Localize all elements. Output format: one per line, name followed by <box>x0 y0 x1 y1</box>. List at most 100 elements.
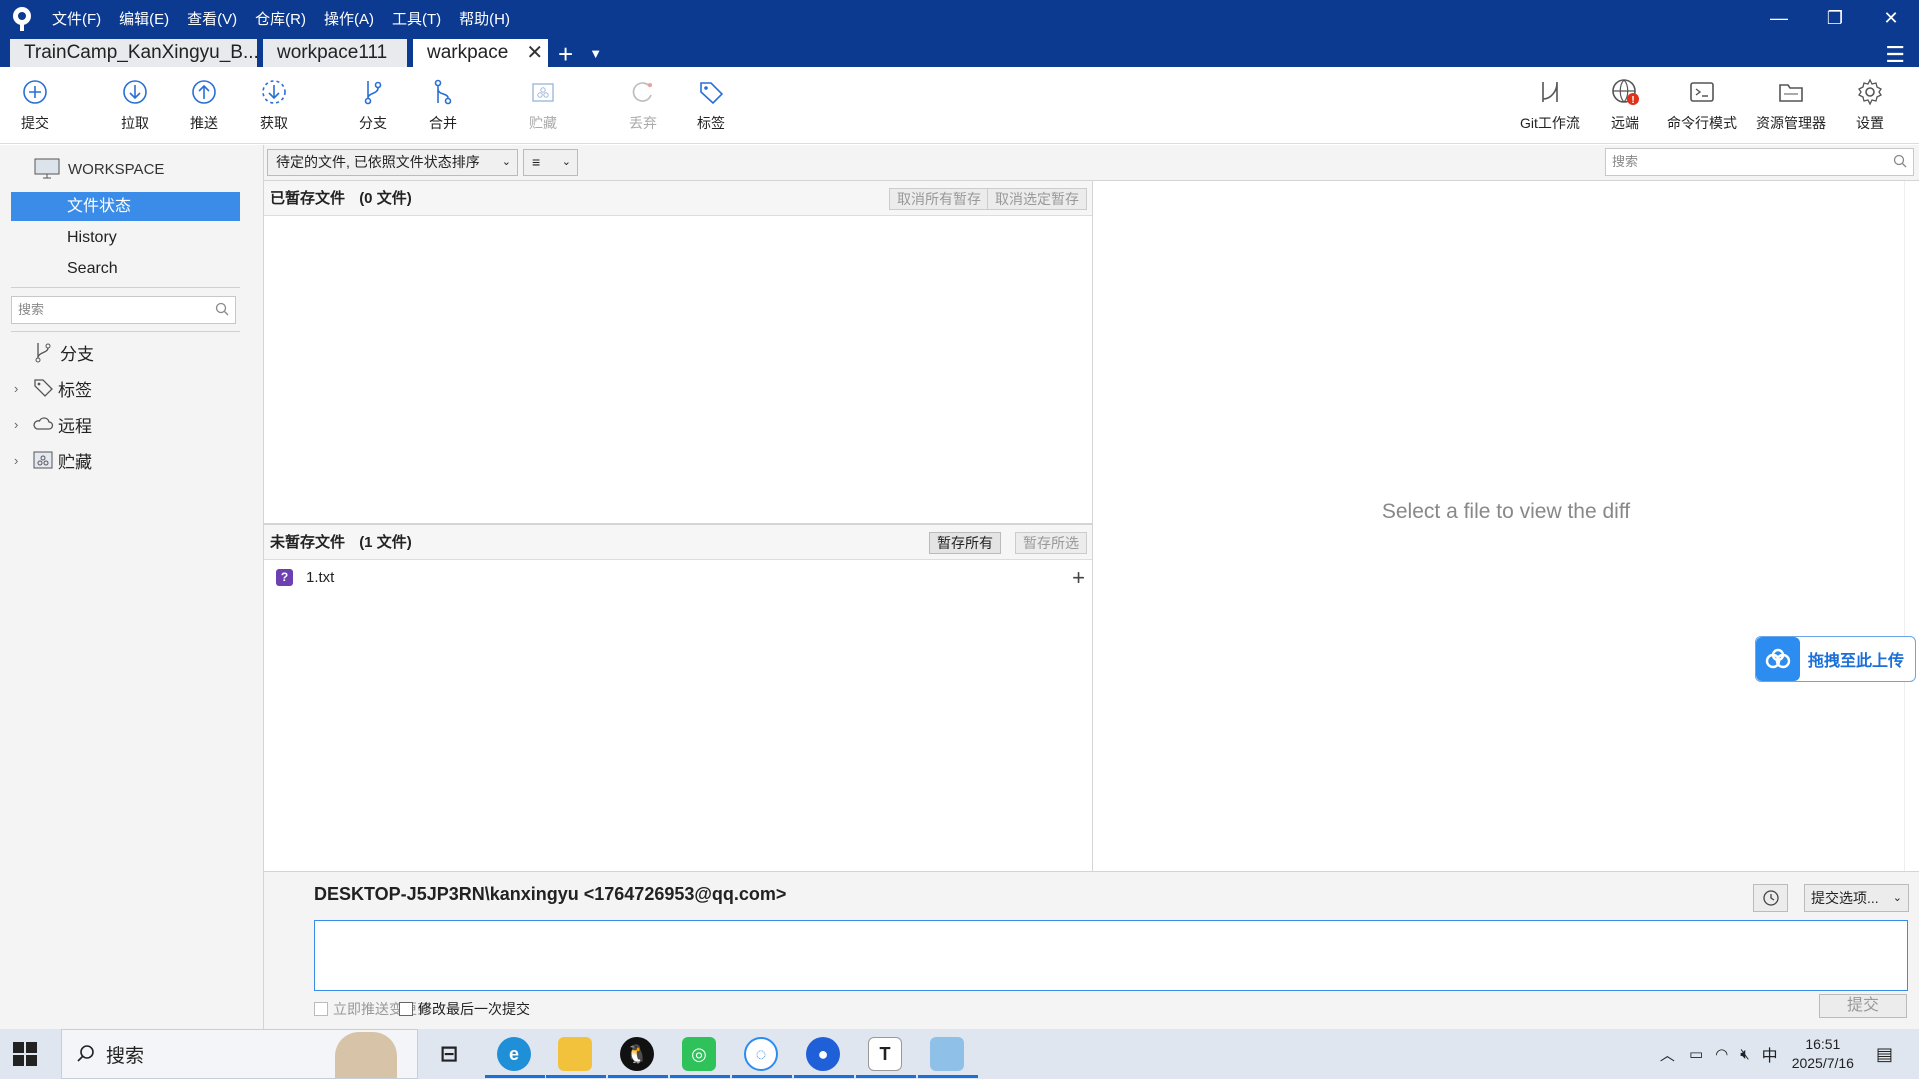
sort-dropdown[interactable]: 待定的文件, 已依照文件状态排序 ⌄ <box>267 149 518 176</box>
file-row[interactable]: ? 1.txt + <box>264 563 1093 591</box>
chevron-right-icon[interactable]: › <box>14 381 32 396</box>
menu-edit[interactable]: 编辑(E) <box>119 8 169 29</box>
windows-start-icon[interactable] <box>12 1041 38 1067</box>
stage-file-plus-icon[interactable]: + <box>1072 565 1085 591</box>
merge-toolbar-button[interactable]: 合并 <box>408 77 478 133</box>
battery-icon[interactable]: ▭ <box>1689 1045 1703 1063</box>
amend-checkbox[interactable]: 修改最后一次提交 <box>399 999 530 1019</box>
menu-repository[interactable]: 仓库(R) <box>255 8 306 29</box>
commit-label: 提交 <box>21 115 49 131</box>
history-clock-button[interactable] <box>1753 884 1788 912</box>
remote-toolbar-button[interactable]: ! 远端 <box>1590 77 1660 133</box>
view-mode-dropdown[interactable]: ≡ ⌄ <box>523 149 578 176</box>
typora-icon[interactable]: T <box>868 1037 902 1071</box>
branch-label: 分支 <box>359 115 387 131</box>
staged-files-list <box>264 216 1093 523</box>
tree-stashes[interactable]: › 贮藏 <box>14 446 92 474</box>
stage-all-button[interactable]: 暂存所有 <box>929 532 1001 554</box>
sidebar-item-search[interactable]: Search <box>11 254 240 283</box>
edge-browser-icon[interactable]: e <box>497 1037 531 1071</box>
commit-button[interactable]: 提交 <box>1819 994 1907 1018</box>
terminal-toolbar-button[interactable]: 命令行模式 <box>1662 77 1742 133</box>
wechat-icon[interactable]: ◎ <box>682 1037 716 1071</box>
checkbox-box[interactable] <box>399 1002 413 1016</box>
notes-app-icon[interactable] <box>930 1037 964 1071</box>
tag-icon <box>34 379 53 397</box>
branch-icon <box>364 81 382 105</box>
commit-toolbar-button[interactable]: 提交 <box>0 77 70 133</box>
new-tab-icon[interactable]: + <box>558 41 573 67</box>
task-view-icon[interactable]: ⊟ <box>432 1037 466 1071</box>
tree-branches[interactable]: 分支 <box>14 338 94 366</box>
unstage-all-button[interactable]: 取消所有暂存 <box>889 188 989 210</box>
clock[interactable]: 16:51 2025/7/16 <box>1792 1035 1854 1073</box>
stash-toolbar-button[interactable]: 贮藏 <box>508 77 578 133</box>
tab-warkpace[interactable]: warkpace ✕ <box>413 39 548 67</box>
volume-muted-icon[interactable]: 🔇︎ <box>1740 1046 1749 1063</box>
wifi-icon[interactable]: ◠ <box>1715 1045 1728 1063</box>
running-indicator <box>670 1075 730 1078</box>
diff-splitter[interactable] <box>1092 181 1093 871</box>
close-tab-icon[interactable]: ✕ <box>526 39 543 67</box>
hamburger-menu-icon[interactable]: ☰ <box>1885 42 1905 68</box>
tree-remotes[interactable]: › 远程 <box>14 410 92 438</box>
restore-button[interactable]: ❐ <box>1807 0 1863 36</box>
sourcetree-taskbar-icon[interactable]: ● <box>806 1037 840 1071</box>
file-search-input[interactable]: 搜索 <box>1605 148 1914 176</box>
discard-toolbar-button[interactable]: 丢弃 <box>608 77 678 133</box>
menu-help[interactable]: 帮助(H) <box>459 8 510 29</box>
menu-view[interactable]: 查看(V) <box>187 8 237 29</box>
qq-icon[interactable]: 🐧 <box>620 1037 654 1071</box>
menu-file[interactable]: 文件(F) <box>52 8 101 29</box>
tab-list-dropdown-icon[interactable]: ▼ <box>589 41 602 67</box>
settings-toolbar-button[interactable]: 设置 <box>1835 77 1905 133</box>
running-indicator <box>794 1075 854 1078</box>
unstage-selected-button[interactable]: 取消选定暂存 <box>987 188 1087 210</box>
file-search-placeholder: 搜索 <box>1612 154 1639 169</box>
clock-time: 16:51 <box>1805 1036 1841 1052</box>
commit-options-dropdown[interactable]: 提交选项... ⌄ <box>1804 884 1909 912</box>
chevron-down-icon: ⌄ <box>561 156 571 168</box>
taskbar-search-box[interactable]: 搜索 <box>61 1029 418 1079</box>
monitor-icon <box>34 158 60 179</box>
unstaged-files-list <box>264 560 1093 871</box>
push-toolbar-button[interactable]: 推送 <box>169 77 239 133</box>
baidu-cloud-icon <box>1756 637 1800 681</box>
sidebar-item-file-status[interactable]: 文件状态 <box>11 192 240 221</box>
ime-indicator[interactable]: 中 <box>1762 1042 1778 1066</box>
minimize-button[interactable]: — <box>1751 0 1807 36</box>
chat-app-icon[interactable]: ◌ <box>744 1037 778 1071</box>
gitflow-icon <box>1542 82 1558 102</box>
sort-dropdown-label: 待定的文件, 已依照文件状态排序 <box>276 154 480 170</box>
tab-workpace111[interactable]: workpace111 <box>263 39 407 67</box>
staged-count: (0 文件) <box>359 190 412 207</box>
diff-scrollbar[interactable] <box>1904 181 1919 871</box>
drag-upload-widget[interactable]: 拖拽至此上传 <box>1755 636 1916 682</box>
chevron-right-icon[interactable]: › <box>14 453 32 468</box>
tab-traincamp[interactable]: TrainCamp_KanXingyu_B... <box>10 39 257 67</box>
menu-actions[interactable]: 操作(A) <box>324 8 374 29</box>
notification-icon[interactable]: ▤ <box>1876 1044 1893 1065</box>
chevron-right-icon[interactable]: › <box>14 417 32 432</box>
tray-chevron-up-icon[interactable]: ︿ <box>1660 1044 1675 1065</box>
menu-tools[interactable]: 工具(T) <box>392 8 441 29</box>
file-explorer-icon[interactable] <box>558 1037 592 1071</box>
stage-selected-button[interactable]: 暂存所选 <box>1015 532 1087 554</box>
branch-toolbar-button[interactable]: 分支 <box>338 77 408 133</box>
fetch-toolbar-button[interactable]: 获取 <box>239 77 309 133</box>
explorer-toolbar-button[interactable]: 资源管理器 <box>1750 77 1832 133</box>
sourcetree-logo-icon[interactable] <box>10 6 34 32</box>
tag-toolbar-button[interactable]: 标签 <box>676 77 746 133</box>
sidebar-item-history[interactable]: History <box>11 223 240 252</box>
toolbar: 提交 拉取 推送 获取 分支 合并 贮藏 丢弃 标签 Git工作流 ! 远端 命… <box>0 67 1919 144</box>
pull-toolbar-button[interactable]: 拉取 <box>100 77 170 133</box>
commit-message-input[interactable] <box>314 920 1908 991</box>
sidebar-divider <box>11 331 240 332</box>
tag-label: 标签 <box>697 115 725 131</box>
close-window-button[interactable]: ✕ <box>1863 0 1919 36</box>
sidebar-search-input[interactable]: 搜索 <box>11 296 236 324</box>
filter-bar: 待定的文件, 已依照文件状态排序 ⌄ ≡ ⌄ 搜索 <box>264 145 1919 181</box>
tree-tags[interactable]: › 标签 <box>14 374 92 402</box>
gitflow-toolbar-button[interactable]: Git工作流 <box>1515 77 1585 133</box>
checkbox-box[interactable] <box>314 1002 328 1016</box>
